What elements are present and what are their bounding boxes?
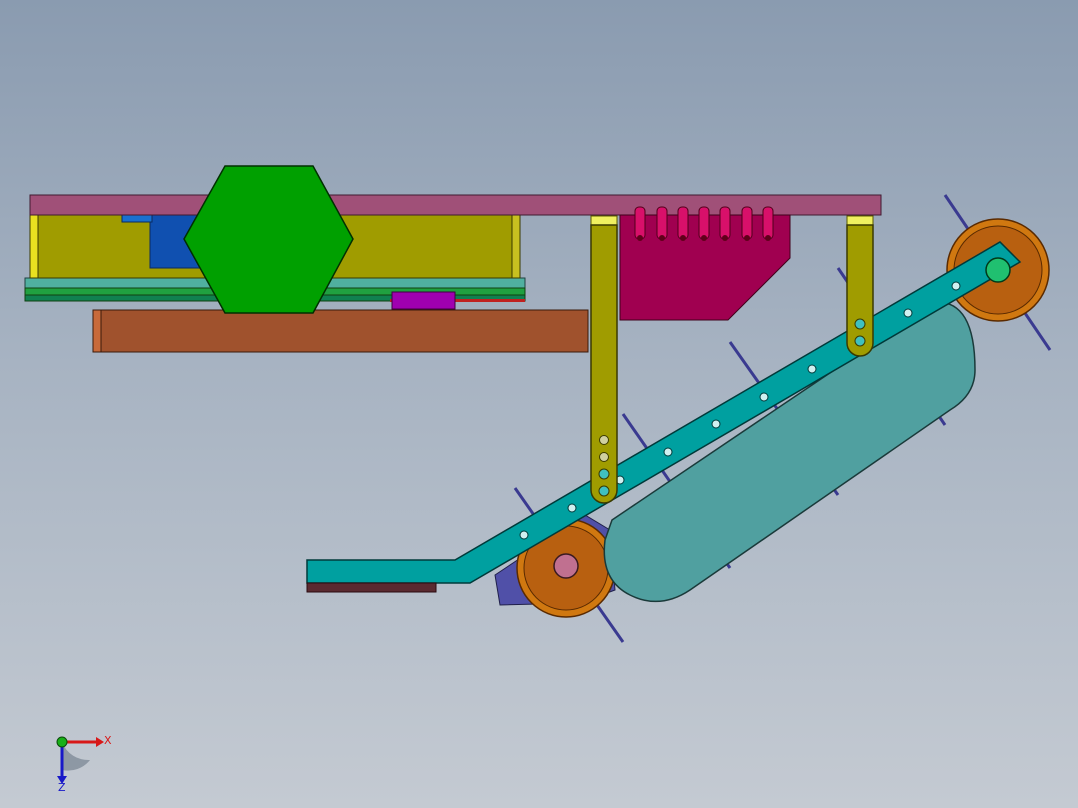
pin [762, 206, 774, 240]
coordinate-triad: X Z [56, 734, 112, 794]
pin [719, 206, 731, 240]
blue-tab [121, 214, 153, 223]
housing-right-edge [511, 214, 521, 279]
pin [656, 206, 668, 240]
y-axis-dot [56, 736, 68, 748]
hanger-pad-left [590, 215, 618, 226]
assembly-model[interactable]: X Z [0, 0, 1078, 808]
pin [741, 206, 753, 240]
pin [677, 206, 689, 240]
housing-left-edge [29, 214, 39, 279]
pin [698, 206, 710, 240]
magenta-block[interactable] [391, 291, 456, 310]
hanger-pad-right [846, 215, 874, 226]
top-plate[interactable] [29, 194, 882, 216]
x-axis-arrow [96, 737, 104, 747]
triad-shadow [62, 742, 90, 771]
head-pulley-hub [985, 257, 1011, 283]
x-axis-label: X [104, 734, 112, 747]
foot-plate[interactable] [306, 582, 437, 593]
tail-pulley-hub [553, 553, 579, 579]
z-axis-label: Z [58, 781, 66, 794]
pin [634, 206, 646, 240]
lower-beam[interactable] [92, 309, 589, 353]
cad-viewport[interactable]: X Z [0, 0, 1078, 808]
lower-beam-end [92, 309, 102, 353]
